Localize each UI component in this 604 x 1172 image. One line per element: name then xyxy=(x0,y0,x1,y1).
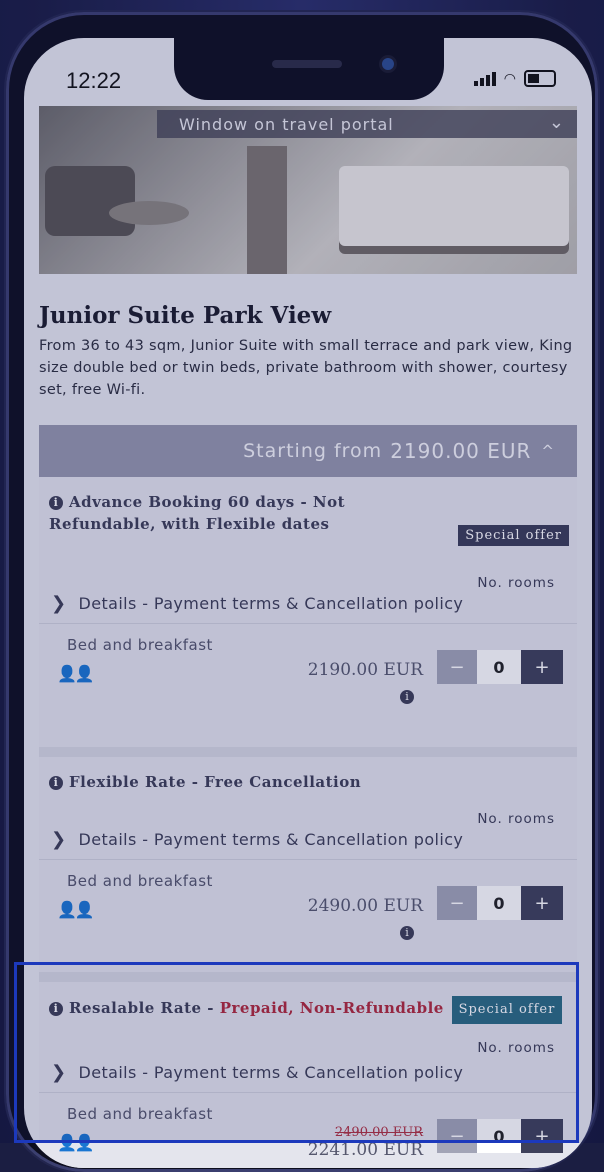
quantity-stepper: − 0 + xyxy=(437,650,563,684)
rate-price: 2190.00 EUR xyxy=(307,660,423,680)
portal-banner[interactable]: Window on travel portal ⌄ xyxy=(157,110,577,138)
chevron-right-icon: ❯ xyxy=(51,592,67,614)
room-title: Junior Suite Park View xyxy=(39,302,332,329)
chevron-up-icon: ^ xyxy=(541,442,555,460)
status-icons: ◠ xyxy=(473,70,556,87)
wifi-icon: ◠ xyxy=(503,70,516,87)
starting-from-bar[interactable]: Starting from 2190.00 EUR ^ xyxy=(39,425,577,477)
battery-icon xyxy=(524,70,556,87)
chevron-right-icon: ❯ xyxy=(51,828,67,850)
portal-banner-label: Window on travel portal xyxy=(179,114,394,134)
chevron-down-icon[interactable]: ⌄ xyxy=(549,112,565,133)
decrement-button[interactable]: − xyxy=(437,886,477,920)
rate-title: i Flexible Rate - Free Cancellation xyxy=(39,757,577,793)
starting-price: 2190.00 EUR xyxy=(390,439,532,463)
rate-price: 2241.00 EUR xyxy=(307,1140,423,1160)
rate-name: Flexible Rate xyxy=(69,773,186,791)
status-time: 12:22 xyxy=(66,68,122,93)
signal-icon xyxy=(473,71,496,86)
room-description: From 36 to 43 sqm, Junior Suite with sma… xyxy=(39,338,573,398)
rate-price: 2490.00 EUR xyxy=(307,896,423,916)
info-icon[interactable]: i xyxy=(49,496,63,510)
rate-separator: - xyxy=(186,773,205,791)
price-row: 👤👤 2490.00 EUR i − 0 + xyxy=(39,886,577,952)
rate-card: i Advance Booking 60 days - Not Refundabl… xyxy=(39,477,577,757)
persons-icon: 👤👤 xyxy=(57,664,95,683)
rate-name: Advance Booking 60 days xyxy=(69,493,295,511)
rate-card: i Flexible Rate - Free Cancellation No. r… xyxy=(39,757,577,982)
details-label: Details - Payment terms & Cancellation p… xyxy=(78,593,464,613)
photo-table xyxy=(109,201,189,225)
decrement-button[interactable]: − xyxy=(437,650,477,684)
photo-bed xyxy=(339,166,569,246)
increment-button[interactable]: + xyxy=(521,886,563,920)
rate-separator: - xyxy=(294,493,313,511)
price-info-icon[interactable]: i xyxy=(400,926,414,940)
no-rooms-label: No. rooms xyxy=(477,575,555,591)
starting-label: Starting from xyxy=(243,440,383,462)
price-info-icon[interactable]: i xyxy=(400,690,414,704)
special-offer-badge: Special offer xyxy=(458,525,569,546)
highlight-box xyxy=(14,962,579,1143)
room-photo: Window on travel portal ⌄ xyxy=(39,106,577,274)
info-icon[interactable]: i xyxy=(49,776,63,790)
details-label: Details - Payment terms & Cancellation p… xyxy=(78,829,464,849)
camera xyxy=(382,58,394,70)
photo-pillar xyxy=(247,146,287,274)
notch xyxy=(174,38,444,100)
rate-subtitle: Free Cancellation xyxy=(204,773,362,791)
speaker xyxy=(272,60,342,68)
price-row: 👤👤 2190.00 EUR i − 0 + xyxy=(39,650,577,716)
no-rooms-label: No. rooms xyxy=(477,811,555,827)
photo-sofa xyxy=(45,166,135,236)
persons-icon: 👤👤 xyxy=(57,900,95,919)
increment-button[interactable]: + xyxy=(521,650,563,684)
quantity-stepper: − 0 + xyxy=(437,886,563,920)
quantity-value[interactable]: 0 xyxy=(477,650,521,684)
quantity-value[interactable]: 0 xyxy=(477,886,521,920)
